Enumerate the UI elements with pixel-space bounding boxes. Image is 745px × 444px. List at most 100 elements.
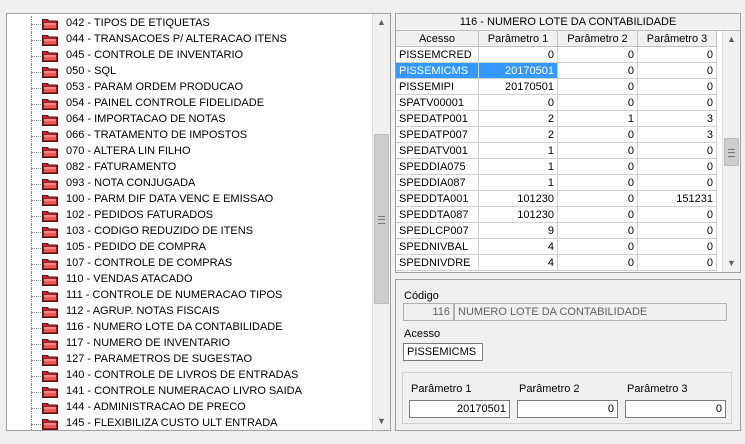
tree-item[interactable]: 140 - CONTROLE DE LIVROS DE ENTRADAS [7, 368, 375, 384]
tree-item[interactable]: 102 - PEDIDOS FATURADOS [7, 208, 375, 224]
tree-item[interactable]: 112 - AGRUP. NOTAS FISCAIS [7, 304, 375, 320]
parametro-3-cell[interactable]: 0 [637, 158, 717, 175]
table-row[interactable]: SPEDLCP007 9 0 0 [396, 222, 717, 239]
table-row[interactable]: SPEDDIA087 1 0 0 [396, 174, 717, 191]
parametro-3-cell[interactable]: 0 [637, 142, 717, 159]
parametro-3-cell[interactable]: 0 [637, 46, 717, 63]
tree-item[interactable]: 070 - ALTERA LIN FILHO [7, 144, 375, 160]
table-row[interactable]: SPEDNIVBAL 4 0 0 [396, 238, 717, 255]
acesso-cell[interactable]: SPATV00001 [396, 94, 479, 111]
parametro-3-cell[interactable]: 0 [637, 78, 717, 95]
tree-scrollbar[interactable]: ▲ ▼ [372, 14, 390, 430]
parametro-1-cell[interactable]: 2 [478, 110, 558, 127]
parametro-3-cell[interactable]: 0 [637, 94, 717, 111]
tree-item[interactable]: 066 - TRATAMENTO DE IMPOSTOS [7, 128, 375, 144]
parametro-2-field[interactable]: 0 [517, 400, 618, 418]
parametro-1-cell[interactable]: 0 [478, 94, 558, 111]
column-header-parametro-1[interactable]: Parâmetro 1 [478, 31, 558, 47]
acesso-cell[interactable]: PISSEMCRED [396, 46, 479, 63]
parametro-2-cell[interactable]: 0 [557, 190, 638, 207]
parametro-2-cell[interactable]: 0 [557, 158, 638, 175]
tree-item[interactable]: 100 - PARM DIF DATA VENC E EMISSAO [7, 192, 375, 208]
parametro-1-cell[interactable]: 9 [478, 222, 558, 239]
column-header-parametro-2[interactable]: Parâmetro 2 [557, 31, 638, 47]
parametro-3-cell[interactable]: 0 [637, 62, 717, 79]
parametro-2-cell[interactable]: 0 [557, 254, 638, 271]
parametro-2-cell[interactable]: 0 [557, 206, 638, 223]
table-row[interactable]: SPATV00001 0 0 0 [396, 94, 717, 111]
tree-item[interactable]: 145 - FLEXIBILIZA CUSTO ULT ENTRADA [7, 416, 375, 430]
parametro-1-cell[interactable]: 4 [478, 238, 558, 255]
tree-item[interactable]: 053 - PARAM ORDEM PRODUCAO [7, 80, 375, 96]
tree-item[interactable]: 117 - NUMERO DE INVENTARIO [7, 336, 375, 352]
parametro-2-cell[interactable]: 0 [557, 222, 638, 239]
tree-item[interactable]: 054 - PAINEL CONTROLE FIDELIDADE [7, 96, 375, 112]
tree-view[interactable]: 042 - TIPOS DE ETIQUETAS 044 - TRANSACOES… [6, 13, 391, 431]
tree-item[interactable]: 107 - CONTROLE DE COMPRAS [7, 256, 375, 272]
parameters-grid[interactable]: 116 - NUMERO LOTE DA CONTABILIDADE Acess… [395, 13, 741, 273]
column-header-acesso[interactable]: Acesso [396, 31, 479, 47]
table-row[interactable]: SPEDDIA075 1 0 0 [396, 158, 717, 175]
codigo-field[interactable]: 116 [403, 303, 454, 321]
tree-item[interactable]: 116 - NUMERO LOTE DA CONTABILIDADE [7, 320, 375, 336]
table-row[interactable]: SPEDATP007 2 0 3 [396, 126, 717, 143]
parametro-2-cell[interactable]: 0 [557, 62, 638, 79]
grid-scroll-thumb[interactable] [724, 138, 739, 166]
tree-item[interactable]: 127 - PARAMETROS DE SUGESTAO [7, 352, 375, 368]
parametro-3-cell[interactable]: 0 [637, 254, 717, 271]
parametro-1-cell[interactable]: 2 [478, 126, 558, 143]
parametro-3-cell[interactable]: 151231 [637, 190, 717, 207]
acesso-cell[interactable]: PISSEMICMS [396, 62, 479, 79]
parametro-1-field[interactable]: 20170501 [409, 400, 510, 418]
grid-scrollbar[interactable]: ▲ ▼ [722, 31, 740, 272]
parametro-2-cell[interactable]: 0 [557, 174, 638, 191]
acesso-cell[interactable]: SPEDATV001 [396, 142, 479, 159]
parametro-2-cell[interactable]: 0 [557, 46, 638, 63]
scroll-down-arrow-icon[interactable]: ▼ [723, 255, 740, 272]
parametro-3-cell[interactable]: 0 [637, 238, 717, 255]
tree-item[interactable]: 144 - ADMINISTRACAO DE PRECO [7, 400, 375, 416]
parametro-3-cell[interactable]: 3 [637, 126, 717, 143]
scroll-up-arrow-icon[interactable]: ▲ [723, 31, 740, 48]
table-row[interactable]: SPEDATP001 2 1 3 [396, 110, 717, 127]
acesso-cell[interactable]: SPEDDIA075 [396, 158, 479, 175]
parametro-3-cell[interactable]: 0 [637, 222, 717, 239]
acesso-cell[interactable]: SPEDLCP007 [396, 222, 479, 239]
parametro-1-cell[interactable]: 20170501 [478, 62, 558, 79]
tree-item[interactable]: 044 - TRANSACOES P/ ALTERACAO ITENS [7, 32, 375, 48]
parametro-1-cell[interactable]: 20170501 [478, 78, 558, 95]
acesso-cell[interactable]: SPEDATP007 [396, 126, 479, 143]
tree-item[interactable]: 093 - NOTA CONJUGADA [7, 176, 375, 192]
descricao-field[interactable]: NUMERO LOTE DA CONTABILIDADE [454, 303, 727, 321]
table-row[interactable]: SPEDDTA001 101230 0 151231 [396, 190, 717, 207]
table-row[interactable]: PISSEMCRED 0 0 0 [396, 46, 717, 63]
parametro-2-cell[interactable]: 1 [557, 110, 638, 127]
tree-scroll-thumb[interactable] [374, 134, 389, 304]
tree-item[interactable]: 141 - CONTROLE NUMERACAO LIVRO SAIDA [7, 384, 375, 400]
scroll-down-arrow-icon[interactable]: ▼ [373, 413, 390, 430]
scroll-up-arrow-icon[interactable]: ▲ [373, 14, 390, 31]
tree-item[interactable]: 082 - FATURAMENTO [7, 160, 375, 176]
tree-item[interactable]: 111 - CONTROLE DE NUMERACAO TIPOS [7, 288, 375, 304]
parametro-3-cell[interactable]: 0 [637, 206, 717, 223]
parametro-1-cell[interactable]: 1 [478, 158, 558, 175]
parametro-1-cell[interactable]: 0 [478, 46, 558, 63]
table-row[interactable]: SPEDATV001 1 0 0 [396, 142, 717, 159]
acesso-cell[interactable]: SPEDNIVDRE [396, 254, 479, 271]
acesso-cell[interactable]: PISSEMIPI [396, 78, 479, 95]
parametro-2-cell[interactable]: 0 [557, 238, 638, 255]
parametro-3-cell[interactable]: 0 [637, 174, 717, 191]
table-row[interactable]: SPEDDTA087 101230 0 0 [396, 206, 717, 223]
parametro-2-cell[interactable]: 0 [557, 126, 638, 143]
column-header-parametro-3[interactable]: Parâmetro 3 [637, 31, 717, 47]
parametro-3-cell[interactable]: 3 [637, 110, 717, 127]
acesso-cell[interactable]: SPEDDTA087 [396, 206, 479, 223]
parametro-1-cell[interactable]: 1 [478, 142, 558, 159]
table-row[interactable]: PISSEMICMS 20170501 0 0 [396, 62, 717, 79]
tree-item[interactable]: 110 - VENDAS ATACADO [7, 272, 375, 288]
acesso-field[interactable]: PISSEMICMS [403, 343, 483, 361]
parametro-1-cell[interactable]: 1 [478, 174, 558, 191]
acesso-cell[interactable]: SPEDATP001 [396, 110, 479, 127]
tree-item[interactable]: 050 - SQL [7, 64, 375, 80]
parametro-1-cell[interactable]: 101230 [478, 190, 558, 207]
